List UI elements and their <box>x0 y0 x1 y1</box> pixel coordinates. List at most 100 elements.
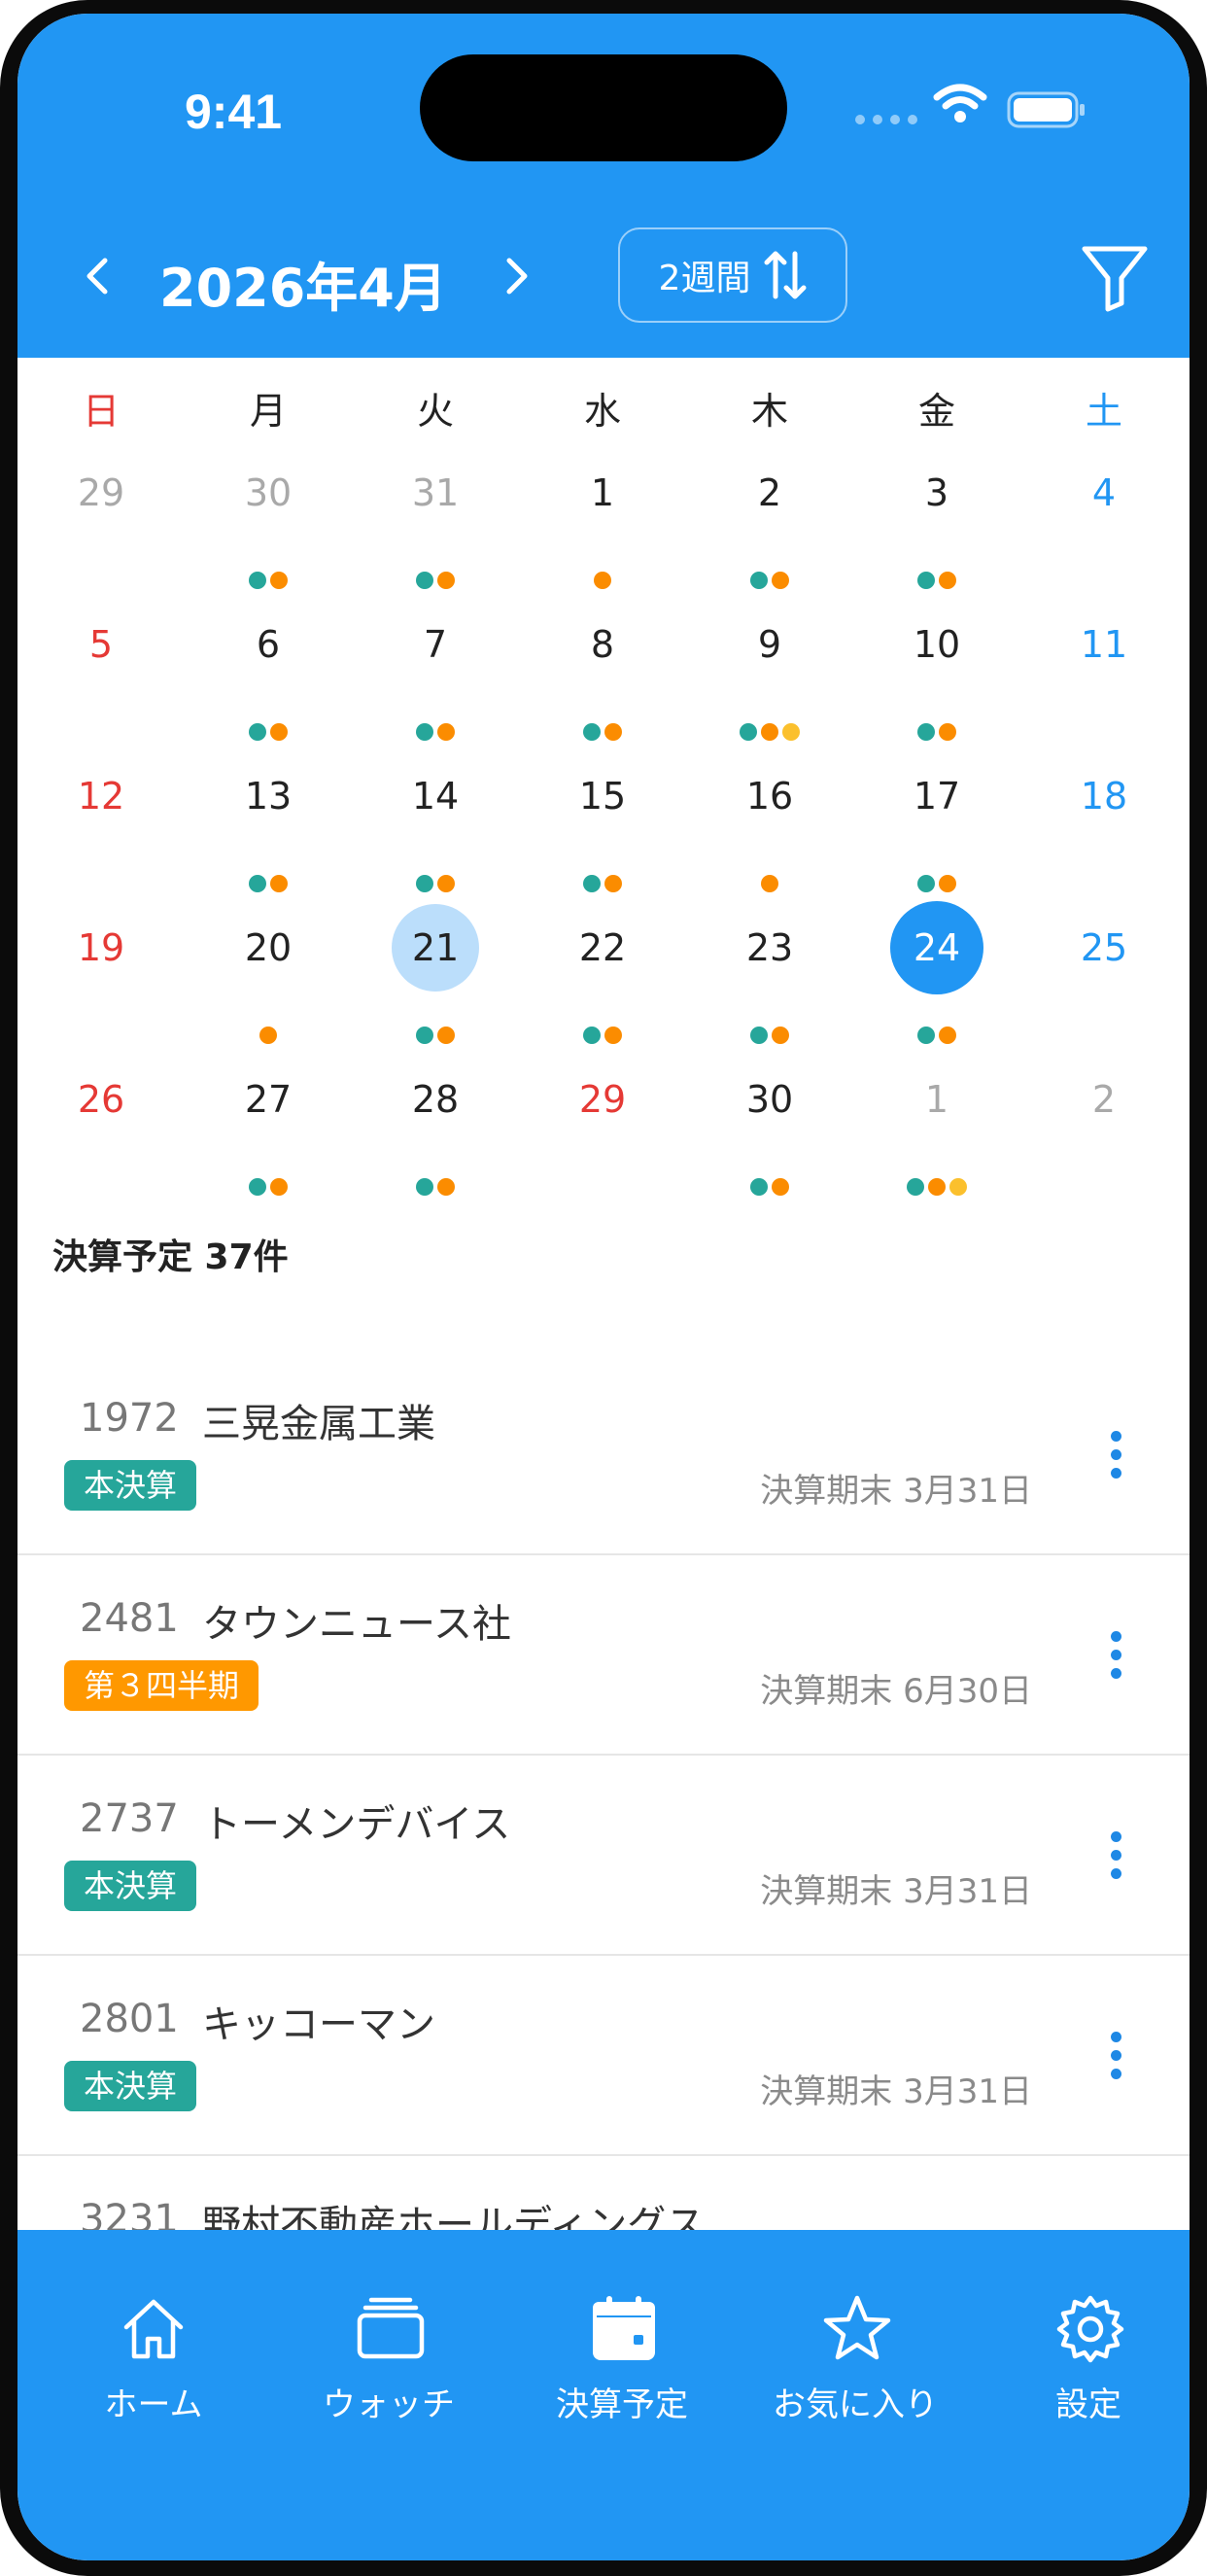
event-dots <box>249 875 288 892</box>
stock-code: 1972 <box>80 1396 179 1441</box>
event-dot-full-year <box>249 723 266 741</box>
event-dot-full-year <box>416 723 433 741</box>
tab-label: お気に入り <box>773 2385 938 2424</box>
tab-gear[interactable]: 設定 <box>972 2230 1190 2424</box>
calendar-day[interactable]: 30 <box>220 451 317 535</box>
earnings-list-item[interactable]: 2801 キッコーマン 本決算 決算期末 3月31日 <box>17 1956 1190 2156</box>
more-options-button[interactable] <box>1096 2016 1135 2094</box>
more-vertical-icon <box>1110 1430 1121 1442</box>
event-dots <box>249 572 288 589</box>
calendar-icon <box>593 2296 655 2360</box>
chevron-right-icon <box>506 258 528 295</box>
event-dot-quarter <box>939 572 956 589</box>
filter-icon <box>1082 246 1148 312</box>
stock-code: 2481 <box>80 1596 179 1641</box>
event-dots <box>416 723 455 741</box>
event-dot-quarter <box>604 875 622 892</box>
calendar-day[interactable]: 4 <box>1055 451 1153 535</box>
calendar-day[interactable]: 15 <box>554 754 651 838</box>
company-name: タウンニュース社 <box>202 1602 511 1647</box>
stock-code: 2801 <box>80 1997 179 2041</box>
swap-vertical-icon <box>764 251 807 299</box>
weekday-row: 日月火水木金土 <box>17 381 1190 435</box>
calendar-day[interactable]: 26 <box>52 1058 150 1141</box>
event-dot-full-year <box>917 572 935 589</box>
calendar-day[interactable]: 20 <box>220 906 317 990</box>
company-name: キッコーマン <box>202 2002 435 2047</box>
calendar-day[interactable]: 9 <box>721 603 818 686</box>
event-dot-quarter <box>270 723 288 741</box>
event-dot-full-year <box>416 572 433 589</box>
earnings-type-badge: 本決算 <box>64 1861 197 1911</box>
more-options-button[interactable] <box>1096 1616 1135 1693</box>
event-dots <box>416 572 455 589</box>
calendar-day[interactable]: 1 <box>554 451 651 535</box>
wifi-icon <box>933 84 987 122</box>
event-dots <box>249 723 288 741</box>
calendar-day[interactable]: 29 <box>52 451 150 535</box>
calendar-day[interactable]: 12 <box>52 754 150 838</box>
calendar-day[interactable]: 14 <box>387 754 484 838</box>
calendar-day-today[interactable]: 21 <box>392 904 479 992</box>
event-dot-full-year <box>249 572 266 589</box>
calendar-day[interactable]: 22 <box>554 906 651 990</box>
calendar-day[interactable]: 8 <box>554 603 651 686</box>
calendar-day-selected[interactable]: 24 <box>890 901 983 994</box>
filter-button[interactable] <box>1081 243 1149 313</box>
calendar-day[interactable]: 19 <box>52 906 150 990</box>
event-dots <box>750 1027 789 1044</box>
event-dot-full-year <box>750 1178 768 1196</box>
tab-star[interactable]: お気に入り <box>739 2230 972 2424</box>
calendar-day[interactable]: 7 <box>387 603 484 686</box>
range-label: 2週間 <box>658 259 751 298</box>
calendar-day[interactable]: 3 <box>888 451 985 535</box>
earnings-list-item[interactable]: 2737 トーメンデバイス 本決算 決算期末 3月31日 <box>17 1756 1190 1956</box>
earnings-list-item[interactable]: 2481 タウンニュース社 第３四半期 決算期末 6月30日 <box>17 1555 1190 1756</box>
calendar-day[interactable]: 29 <box>554 1058 651 1141</box>
calendar-day[interactable]: 17 <box>888 754 985 838</box>
earnings-list-item[interactable]: 1972 三晃金属工業 本決算 決算期末 3月31日 <box>17 1355 1190 1555</box>
more-options-button[interactable] <box>1096 1415 1135 1493</box>
event-dots <box>249 1178 288 1196</box>
calendar-day[interactable]: 28 <box>387 1058 484 1141</box>
event-dot-quarter <box>761 875 778 892</box>
calendar-day[interactable]: 2 <box>721 451 818 535</box>
event-dot-quarter <box>437 572 455 589</box>
calendar-day[interactable]: 30 <box>721 1058 818 1141</box>
calendar-day[interactable]: 31 <box>387 451 484 535</box>
fiscal-period-end: 決算期末 3月31日 <box>760 1472 1032 1511</box>
more-options-button[interactable] <box>1096 1816 1135 1894</box>
calendar-day[interactable]: 23 <box>721 906 818 990</box>
event-dots <box>761 875 778 892</box>
calendar-day[interactable]: 27 <box>220 1058 317 1141</box>
calendar-day[interactable]: 6 <box>220 603 317 686</box>
chevron-left-icon <box>86 258 108 295</box>
tab-label: ホーム <box>104 2385 203 2424</box>
calendar-day[interactable]: 5 <box>52 603 150 686</box>
calendar-day[interactable]: 2 <box>1055 1058 1153 1141</box>
tab-calendar[interactable]: 決算予定 <box>505 2230 739 2424</box>
event-dot-full-year <box>583 723 601 741</box>
calendar-day[interactable]: 18 <box>1055 754 1153 838</box>
range-toggle-button[interactable]: 2週間 <box>618 227 847 323</box>
fiscal-period-end: 決算期末 3月31日 <box>760 2072 1032 2111</box>
event-dot-quarter <box>437 723 455 741</box>
weekday-label: 火 <box>416 390 454 433</box>
next-month-button[interactable] <box>488 247 546 305</box>
event-dot-quarter <box>772 572 789 589</box>
calendar-day[interactable]: 25 <box>1055 906 1153 990</box>
calendar-day[interactable]: 13 <box>220 754 317 838</box>
calendar-day[interactable]: 16 <box>721 754 818 838</box>
calendar-day[interactable]: 11 <box>1055 603 1153 686</box>
calendar-day[interactable]: 1 <box>888 1058 985 1141</box>
prev-month-button[interactable] <box>68 247 126 305</box>
tab-home[interactable]: ホーム <box>37 2230 270 2424</box>
tab-watchlist[interactable]: ウォッチ <box>272 2230 505 2424</box>
event-dots <box>259 1027 277 1044</box>
app-header: 9:41 2026年4月 2週間 <box>17 14 1190 358</box>
event-dots <box>917 723 956 741</box>
event-dot-quarter <box>594 572 611 589</box>
tab-label: 決算予定 <box>556 2385 688 2424</box>
tab-label: 設定 <box>1055 2385 1121 2424</box>
calendar-day[interactable]: 10 <box>888 603 985 686</box>
